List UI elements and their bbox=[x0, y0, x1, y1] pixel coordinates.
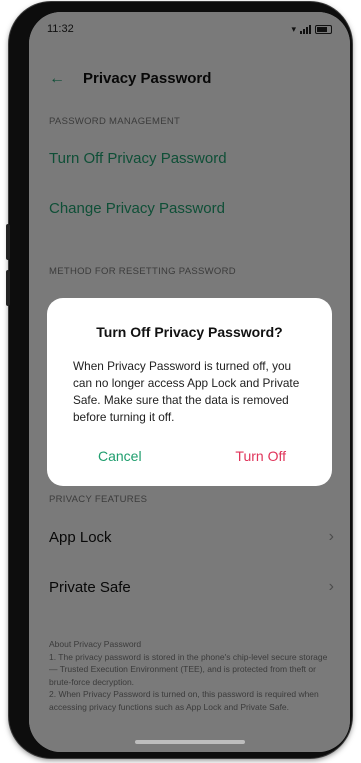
turn-off-button[interactable]: Turn Off bbox=[235, 448, 286, 464]
screen: 11:32 ▾ ← Privacy Password PASSWORD MANA… bbox=[29, 12, 350, 752]
side-button-lower bbox=[6, 270, 10, 306]
phone-frame: 11:32 ▾ ← Privacy Password PASSWORD MANA… bbox=[6, 2, 352, 758]
dialog-message: When Privacy Password is turned off, you… bbox=[73, 359, 300, 424]
turn-off-dialog: Turn Off Privacy Password? When Privacy … bbox=[47, 298, 332, 486]
dialog-title: Turn Off Privacy Password? bbox=[96, 324, 283, 340]
side-button-upper bbox=[6, 224, 10, 260]
cancel-button[interactable]: Cancel bbox=[98, 448, 142, 464]
home-indicator[interactable] bbox=[134, 740, 245, 744]
